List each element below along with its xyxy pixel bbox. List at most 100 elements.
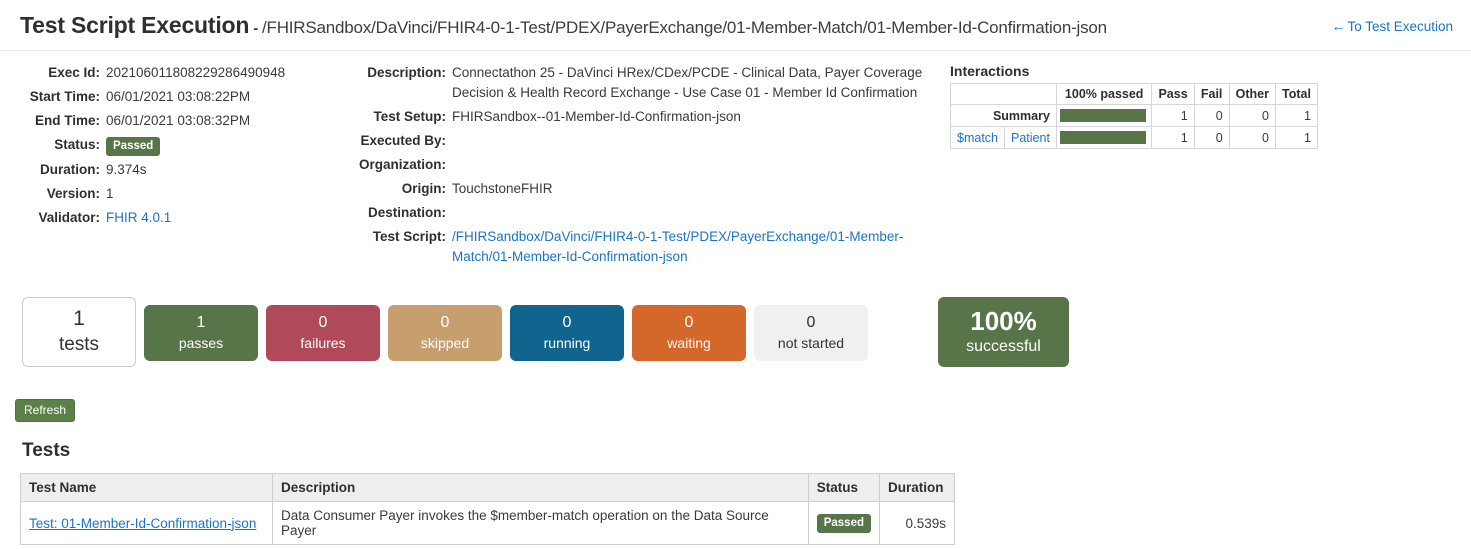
stat-box-failures: 0 failures xyxy=(266,305,380,361)
stat-running-number: 0 xyxy=(510,313,624,333)
interactions-match-pass: 1 xyxy=(1152,127,1194,149)
stat-skipped-number: 0 xyxy=(388,313,502,333)
success-percent: 100% xyxy=(938,306,1069,336)
stat-box-waiting: 0 waiting xyxy=(632,305,746,361)
stat-box-passes: 1 passes xyxy=(144,305,258,361)
stat-passes-number: 1 xyxy=(144,313,258,333)
label-origin: Origin: xyxy=(350,177,452,201)
test-duration-cell: 0.539s xyxy=(880,502,955,545)
interactions-summary-label: Summary xyxy=(951,105,1057,127)
details-right-column: Interactions 100% passed Pass Fail Other… xyxy=(950,61,1330,149)
interactions-match-bar-cell xyxy=(1056,127,1152,149)
tests-table-body: Test: 01-Member-Id-Confirmation-json Dat… xyxy=(21,502,955,545)
value-description: Connectathon 25 - DaVinci HRex/CDex/PCDE… xyxy=(452,61,950,105)
detail-row-duration: Duration: 9.374s xyxy=(0,158,285,182)
interactions-summary-other: 0 xyxy=(1229,105,1275,127)
label-duration: Duration: xyxy=(0,158,106,182)
stat-box-skipped: 0 skipped xyxy=(388,305,502,361)
stat-box-success-rate: 100% successful xyxy=(938,297,1069,367)
execution-metadata-table: Description: Connectathon 25 - DaVinci H… xyxy=(350,61,950,269)
match-operation-link[interactable]: $match xyxy=(957,131,998,145)
value-origin: TouchstoneFHIR xyxy=(452,177,950,201)
interactions-col-total: Total xyxy=(1276,84,1318,105)
detail-row-end-time: End Time: 06/01/2021 03:08:32PM xyxy=(0,109,285,133)
test-name-cell[interactable]: Test: 01-Member-Id-Confirmation-json xyxy=(21,502,273,545)
label-test-setup: Test Setup: xyxy=(350,105,452,129)
label-description: Description: xyxy=(350,61,452,105)
detail-row-description: Description: Connectathon 25 - DaVinci H… xyxy=(350,61,950,105)
back-to-test-execution-link[interactable]: ←To Test Execution xyxy=(1331,18,1453,34)
label-executed-by: Executed By: xyxy=(350,129,452,153)
interactions-summary-total: 1 xyxy=(1276,105,1318,127)
tests-col-description: Description xyxy=(273,474,809,502)
interactions-summary-fail: 0 xyxy=(1194,105,1229,127)
stat-passes-label: passes xyxy=(144,333,258,353)
label-status: Status: xyxy=(0,133,106,158)
interactions-row-match: $match Patient 1 0 0 1 xyxy=(951,127,1318,149)
tests-col-test-name: Test Name xyxy=(21,474,273,502)
value-start-time: 06/01/2021 03:08:22PM xyxy=(106,85,285,109)
detail-row-origin: Origin: TouchstoneFHIR xyxy=(350,177,950,201)
detail-row-validator: Validator: FHIR 4.0.1 xyxy=(0,206,285,230)
detail-row-status: Status: Passed xyxy=(0,133,285,158)
interactions-table-head: 100% passed Pass Fail Other Total xyxy=(951,84,1318,105)
label-test-script: Test Script: xyxy=(350,225,452,269)
label-version: Version: xyxy=(0,182,106,206)
value-exec-id: 202106011808229286490948 xyxy=(106,61,285,85)
stat-box-not-started: 0 not started xyxy=(754,305,868,361)
label-organization: Organization: xyxy=(350,153,452,177)
interactions-col-percent: 100% passed xyxy=(1056,84,1152,105)
value-duration: 9.374s xyxy=(106,158,285,182)
page-title: Test Script Execution - /FHIRSandbox/DaV… xyxy=(20,10,1451,44)
interactions-summary-bar-cell xyxy=(1056,105,1152,127)
tests-header-row: Test Name Description Status Duration xyxy=(21,474,955,502)
interactions-col-other: Other xyxy=(1229,84,1275,105)
page-title-main: Test Script Execution xyxy=(20,12,249,38)
execution-summary-table: Exec Id: 202106011808229286490948 Start … xyxy=(0,61,285,230)
interactions-col-blank xyxy=(951,84,1057,105)
interactions-col-pass: Pass xyxy=(1152,84,1194,105)
stat-box-running: 0 running xyxy=(510,305,624,361)
stat-failures-label: failures xyxy=(266,333,380,353)
progress-bar-fill xyxy=(1060,131,1146,144)
detail-row-destination: Destination: xyxy=(350,201,950,225)
label-destination: Destination: xyxy=(350,201,452,225)
interactions-match-other: 0 xyxy=(1229,127,1275,149)
progress-bar-fill xyxy=(1060,109,1146,122)
table-row: Test: 01-Member-Id-Confirmation-json Dat… xyxy=(21,502,955,545)
stat-skipped-label: skipped xyxy=(388,333,502,353)
stat-tests-label: tests xyxy=(23,332,135,358)
interactions-resource-cell[interactable]: Patient xyxy=(1005,127,1057,149)
tests-col-status: Status xyxy=(808,474,879,502)
interactions-row-summary: Summary 1 0 0 1 xyxy=(951,105,1318,127)
interactions-summary-pass: 1 xyxy=(1152,105,1194,127)
label-start-time: Start Time: xyxy=(0,85,106,109)
value-end-time: 06/01/2021 03:08:32PM xyxy=(106,109,285,133)
tests-table-head: Test Name Description Status Duration xyxy=(21,474,955,502)
interactions-header-row: 100% passed Pass Fail Other Total xyxy=(951,84,1318,105)
value-destination xyxy=(452,201,950,225)
interactions-operation-cell[interactable]: $match xyxy=(951,127,1005,149)
progress-bar-track xyxy=(1060,131,1146,144)
details-left-column: Exec Id: 202106011808229286490948 Start … xyxy=(0,61,350,230)
refresh-button[interactable]: Refresh xyxy=(15,399,75,422)
test-status-badge: Passed xyxy=(817,514,871,533)
interactions-table-body: Summary 1 0 0 1 $match xyxy=(951,105,1318,149)
validator-link[interactable]: FHIR 4.0.1 xyxy=(106,210,171,225)
detail-row-test-setup: Test Setup: FHIRSandbox--01-Member-Id-Co… xyxy=(350,105,950,129)
interactions-match-total: 1 xyxy=(1276,127,1318,149)
page-header: Test Script Execution - /FHIRSandbox/DaV… xyxy=(0,0,1471,51)
detail-row-organization: Organization: xyxy=(350,153,950,177)
value-organization xyxy=(452,153,950,177)
test-name-link[interactable]: Test: 01-Member-Id-Confirmation-json xyxy=(29,516,256,531)
progress-bar-track xyxy=(1060,109,1146,122)
patient-resource-link[interactable]: Patient xyxy=(1011,131,1050,145)
tests-table-wrapper: Test Name Description Status Duration Te… xyxy=(20,473,955,545)
page-title-separator: - xyxy=(249,20,262,37)
execution-stats-row: 1 tests 1 passes 0 failures 0 skipped 0 … xyxy=(22,297,1069,367)
back-link-label: To Test Execution xyxy=(1347,19,1453,34)
success-label: successful xyxy=(938,336,1069,358)
test-script-link[interactable]: /FHIRSandbox/DaVinci/FHIR4-0-1-Test/PDEX… xyxy=(452,229,903,264)
detail-row-executed-by: Executed By: xyxy=(350,129,950,153)
tests-heading: Tests xyxy=(22,440,70,462)
